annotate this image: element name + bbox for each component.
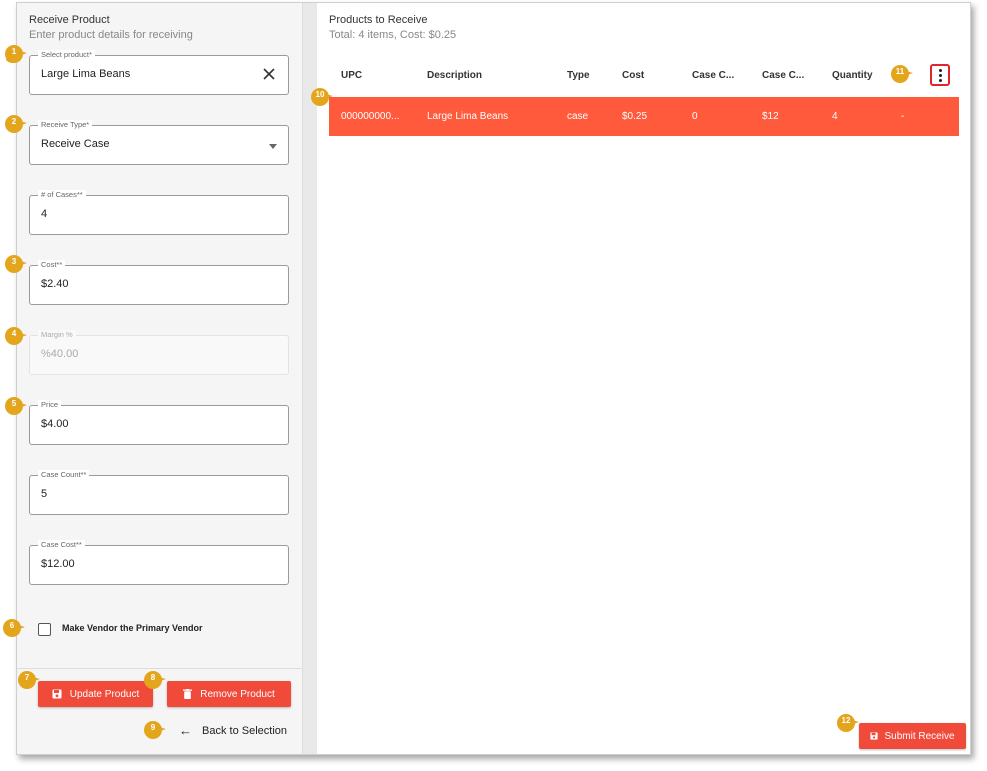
back-to-selection-link[interactable]: ← Back to Selection xyxy=(179,723,287,738)
callout-badge: 7 xyxy=(17,670,40,689)
save-icon xyxy=(52,689,62,699)
select-product-field[interactable]: Select product* Large Lima Beans xyxy=(29,50,289,95)
callout-number: 9 xyxy=(150,723,156,732)
callout-number: 2 xyxy=(11,117,17,126)
field-label: Receive Type* xyxy=(38,120,93,130)
field-value: 4 xyxy=(41,208,48,220)
case-cost-field[interactable]: Case Cost** $12.00 xyxy=(29,540,289,585)
column-header-case-count[interactable]: Case C... xyxy=(692,70,742,81)
column-header-upc[interactable]: UPC xyxy=(341,70,401,81)
products-to-receive-panel: Products to Receive Total: 4 items, Cost… xyxy=(317,3,970,754)
callout-number: 8 xyxy=(150,673,156,682)
callout-number: 5 xyxy=(11,399,17,408)
field-label: # of Cases** xyxy=(38,190,86,200)
callout-number: 3 xyxy=(11,257,17,266)
field-label: Price xyxy=(38,400,62,410)
cell-extra: - xyxy=(901,111,905,122)
callout-badge: 9 xyxy=(143,720,166,739)
column-header-description[interactable]: Description xyxy=(427,70,547,81)
panel-title: Products to Receive xyxy=(329,14,428,26)
field-value: Receive Case xyxy=(41,138,110,150)
arrow-left-icon: ← xyxy=(179,723,192,738)
cell-description: Large Lima Beans xyxy=(427,111,509,122)
case-count-field[interactable]: Case Count** 5 xyxy=(29,470,289,515)
callout-badge: 11 xyxy=(890,64,913,83)
back-to-selection-label: Back to Selection xyxy=(202,724,287,737)
field-value: Large Lima Beans xyxy=(41,68,131,80)
receive-type-select[interactable]: Receive Type* Receive Case xyxy=(29,120,289,165)
cell-type: case xyxy=(567,111,589,122)
remove-product-label: Remove Product xyxy=(200,688,275,700)
field-value: 5 xyxy=(41,488,48,500)
submit-receive-button[interactable]: Submit Receive xyxy=(859,723,966,749)
cell-case-cost: $12 xyxy=(762,111,779,122)
panel-divider[interactable] xyxy=(302,3,318,754)
callout-number: 11 xyxy=(895,67,905,76)
callout-badge: 5 xyxy=(4,396,27,415)
callout-badge: 12 xyxy=(836,713,859,732)
panel-title: Receive Product xyxy=(29,14,110,26)
callout-number: 4 xyxy=(11,329,17,338)
callout-number: 7 xyxy=(24,673,30,682)
field-value: $2.40 xyxy=(41,278,69,290)
callout-badge: 4 xyxy=(4,326,27,345)
close-icon[interactable] xyxy=(262,67,276,81)
callout-number: 1 xyxy=(11,47,17,56)
callout-badge: 3 xyxy=(4,254,27,273)
cost-field[interactable]: Cost** $2.40 xyxy=(29,260,289,305)
field-label: Select product* xyxy=(38,50,95,60)
more-options-icon[interactable] xyxy=(930,64,950,86)
price-field[interactable]: Price $4.00 xyxy=(29,400,289,445)
update-product-button[interactable]: Update Product xyxy=(38,681,153,707)
field-value: $12.00 xyxy=(41,558,75,570)
cell-case-count: 0 xyxy=(692,111,698,122)
chevron-down-icon[interactable] xyxy=(269,144,277,149)
primary-vendor-label: Make Vendor the Primary Vendor xyxy=(62,623,203,633)
field-label: Margin % xyxy=(38,330,76,340)
column-header-case-cost[interactable]: Case C... xyxy=(762,70,812,81)
callout-number: 10 xyxy=(315,90,325,99)
num-cases-field[interactable]: # of Cases** 4 xyxy=(29,190,289,235)
receive-product-window: Receive Product Enter product details fo… xyxy=(16,2,971,755)
field-label: Cost** xyxy=(38,260,66,270)
cell-cost: $0.25 xyxy=(622,111,648,122)
primary-vendor-checkbox[interactable] xyxy=(38,623,51,636)
panel-summary: Total: 4 items, Cost: $0.25 xyxy=(329,29,457,41)
callout-number: 6 xyxy=(9,621,15,630)
callout-badge: 1 xyxy=(4,44,27,64)
footer-divider xyxy=(17,668,302,669)
submit-receive-label: Submit Receive xyxy=(884,730,955,742)
cell-upc: 000000000... xyxy=(341,111,400,122)
cell-quantity: 4 xyxy=(832,111,838,122)
table-row[interactable]: 000000000... Large Lima Beans case $0.25… xyxy=(329,97,959,136)
receive-product-panel: Receive Product Enter product details fo… xyxy=(17,3,302,754)
column-header-type[interactable]: Type xyxy=(567,70,607,81)
callout-badge: 8 xyxy=(143,670,166,689)
field-value: %40.00 xyxy=(41,348,79,360)
callout-badge: 6 xyxy=(2,618,25,637)
save-icon xyxy=(870,732,879,740)
trash-icon xyxy=(183,689,193,699)
field-value: $4.00 xyxy=(41,418,69,430)
column-header-cost[interactable]: Cost xyxy=(622,70,662,81)
callout-badge: 10 xyxy=(310,87,333,106)
panel-subtitle: Enter product details for receiving xyxy=(29,29,193,41)
remove-product-button[interactable]: Remove Product xyxy=(167,681,291,707)
update-product-label: Update Product xyxy=(69,688,140,700)
callout-number: 12 xyxy=(841,716,851,725)
field-label: Case Cost** xyxy=(38,540,85,550)
column-header-quantity[interactable]: Quantity xyxy=(832,70,892,81)
callout-badge: 2 xyxy=(4,114,27,133)
margin-field: Margin % %40.00 xyxy=(29,330,289,375)
field-label: Case Count** xyxy=(38,470,90,480)
